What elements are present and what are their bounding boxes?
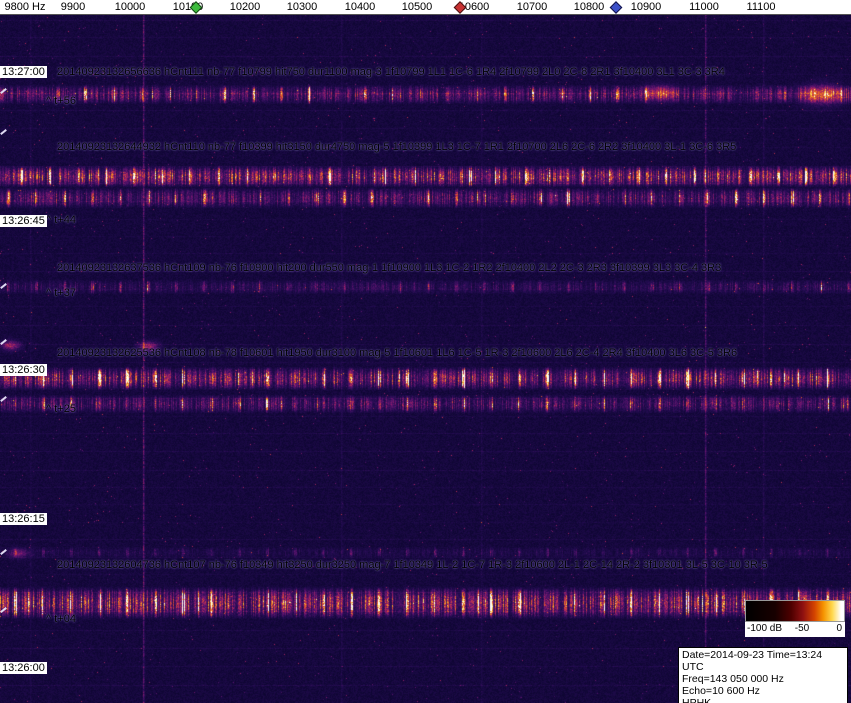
freq-axis-label: 9800 Hz: [4, 1, 46, 13]
time-offset-marker: ^ t+44: [46, 214, 76, 226]
time-axis-label: 13:27:00: [0, 66, 47, 78]
time-offset-marker: ^ t+04: [46, 613, 76, 625]
info-box: Date=2014-09-23 Time=13:24 UTC Freq=143 …: [678, 647, 848, 703]
time-offset-marker: ^ t+25: [46, 403, 76, 415]
time-offset-marker: ^ t+56: [46, 95, 76, 107]
edge-tick: [0, 339, 7, 345]
freq-axis-label: 10900: [630, 1, 662, 13]
freq-axis-label: 10000: [114, 1, 146, 13]
info-date-line: Date=2014-09-23 Time=13:24 UTC: [682, 649, 823, 673]
edge-tick: [0, 549, 7, 555]
overlay-layer: 9800 Hz 9900 10000 10100 10200 10300 10400 1050…: [0, 0, 851, 703]
freq-axis-label: 10500: [401, 1, 433, 13]
edge-tick: [0, 607, 7, 613]
edge-tick: [0, 88, 7, 94]
edge-tick: [0, 129, 7, 135]
event-annotation: 20140923132656636 hCnt111 nb-77 f10799 h…: [57, 66, 725, 78]
freq-axis-label: 10200: [229, 1, 261, 13]
db-label-min: -100 dB: [747, 623, 783, 634]
db-scale-labels: -100 dB -50 0: [745, 622, 845, 637]
time-axis-label: 13:26:15: [0, 513, 47, 525]
time-axis-label: 13:26:45: [0, 215, 47, 227]
event-annotation: 20140923132625536 hCnt108 nb-78 f10601 h…: [57, 347, 738, 359]
info-callsign-line: HPHK: [682, 697, 712, 703]
spectrogram-display: 9800 Hz 9900 10000 10100 10200 10300 10400 1050…: [0, 0, 851, 703]
freq-axis-label: 10700: [516, 1, 548, 13]
freq-axis-label: 10300: [286, 1, 318, 13]
db-label-max: 0: [836, 623, 842, 634]
freq-axis-label: 10400: [344, 1, 376, 13]
freq-axis-label: 9900: [60, 1, 86, 13]
freq-marker-blue-diamond[interactable]: [609, 1, 623, 14]
time-axis-label: 13:26:00: [0, 662, 47, 674]
event-annotation: 20140923132637536 hCnt109 nb-76 f10900 h…: [57, 262, 722, 274]
freq-axis-label: 10800: [573, 1, 605, 13]
time-offset-marker: ^ t+37: [46, 287, 76, 299]
time-axis-label: 13:26:30: [0, 364, 47, 376]
info-freq-line: Freq=143 050 000 Hz: [682, 673, 784, 685]
db-gradient-bar: [745, 600, 845, 622]
edge-tick: [0, 283, 7, 289]
db-label-mid: -50: [794, 623, 810, 634]
db-color-scale: -100 dB -50 0: [745, 600, 845, 637]
event-annotation: 20140923132644932 hCnt110 nb-77 f10399 h…: [57, 141, 737, 153]
event-annotation: 20140923132604736 hCnt107 nb-76 f10349 h…: [57, 559, 768, 571]
freq-axis-label: 11100: [746, 1, 776, 13]
freq-axis-label: 11000: [689, 1, 719, 13]
info-echo-line: Echo=10 600 Hz: [682, 685, 760, 697]
edge-tick: [0, 396, 7, 402]
